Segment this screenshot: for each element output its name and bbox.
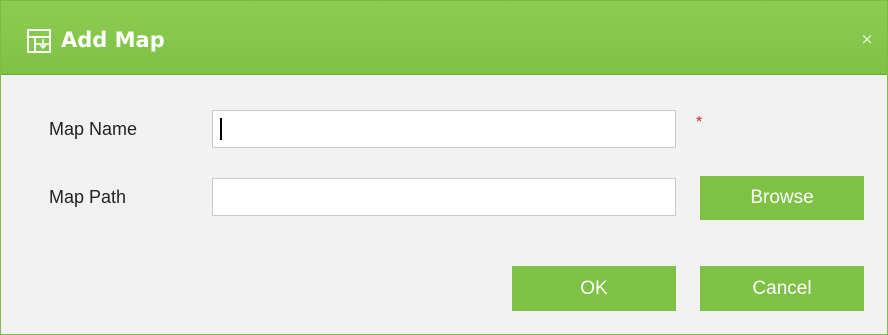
map-name-input[interactable] bbox=[212, 110, 676, 148]
add-map-dialog: Add Map × Map Name * Map Path Browse OK … bbox=[0, 0, 888, 335]
map-path-label: Map Path bbox=[49, 187, 127, 207]
map-name-label: Map Name bbox=[49, 119, 138, 139]
map-path-input[interactable] bbox=[212, 178, 676, 216]
browse-button[interactable]: Browse bbox=[700, 176, 864, 220]
required-marker: * bbox=[696, 114, 703, 131]
map-icon bbox=[25, 27, 53, 55]
close-icon[interactable]: × bbox=[859, 31, 875, 47]
dialog-title: Add Map bbox=[61, 28, 165, 52]
cancel-button[interactable]: Cancel bbox=[700, 266, 864, 311]
dialog-titlebar: Add Map × bbox=[1, 1, 887, 75]
ok-button[interactable]: OK bbox=[512, 266, 676, 311]
